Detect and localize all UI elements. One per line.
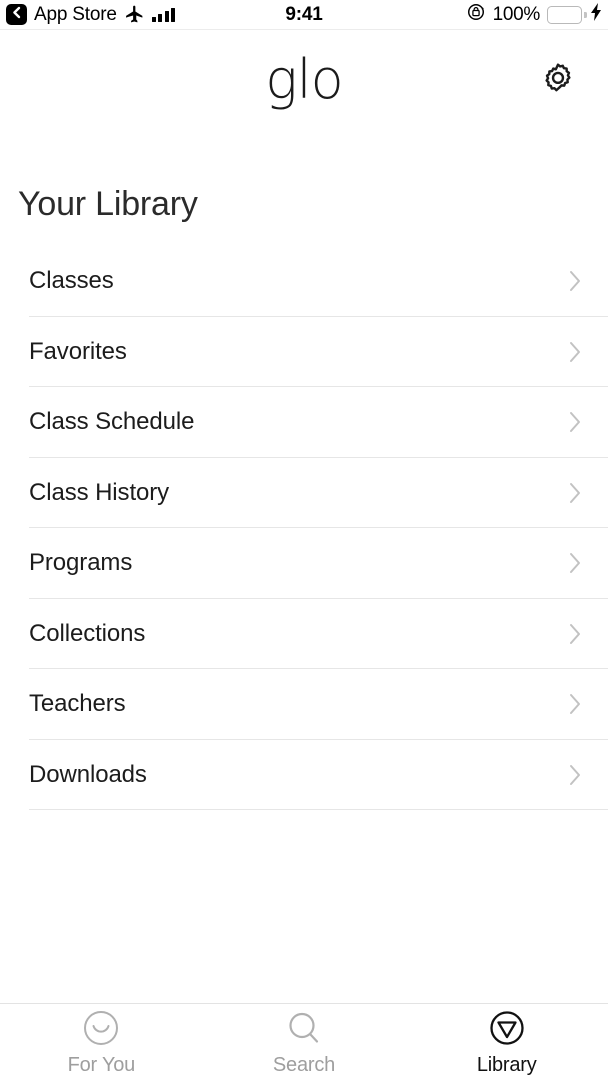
charging-bolt-icon [591, 3, 602, 26]
chevron-right-icon [564, 270, 586, 292]
list-item[interactable]: Class Schedule [0, 387, 608, 458]
list-item[interactable]: Classes [0, 246, 608, 317]
glo-logo: glo [265, 48, 343, 111]
battery-percent-label: 100% [492, 3, 541, 25]
list-item[interactable]: Programs [0, 528, 608, 599]
list-item[interactable]: Favorites [0, 317, 608, 387]
list-item[interactable]: Teachers [0, 669, 608, 740]
chevron-right-icon [564, 623, 586, 645]
list-item-label: Favorites [29, 337, 127, 365]
gear-icon [541, 61, 575, 100]
list-item-label: Collections [29, 619, 146, 647]
tab-library[interactable]: Library [405, 1004, 608, 1080]
status-bar-right: 100% [466, 2, 602, 27]
chevron-right-icon [564, 411, 586, 433]
chevron-right-icon [564, 341, 586, 363]
page-title: Your Library [18, 185, 198, 223]
app-header: glo [0, 30, 608, 140]
list-item-label: Class History [29, 478, 170, 506]
list-item-label: Class Schedule [29, 408, 195, 436]
magnifying-glass-icon [284, 1008, 324, 1048]
list-item[interactable]: Collections [0, 599, 608, 669]
list-item[interactable]: Class History [0, 458, 608, 528]
list-separator [29, 809, 608, 810]
bottom-tab-bar: For You Search Library [0, 1003, 608, 1080]
triangle-in-circle-icon [487, 1008, 527, 1048]
library-list: Classes Favorites Class Schedule Class H… [0, 246, 608, 810]
status-bar: App Store 9:41 100% [0, 0, 608, 30]
list-item[interactable]: Downloads [0, 740, 608, 810]
tab-search[interactable]: Search [203, 1004, 406, 1080]
list-item-label: Teachers [29, 690, 126, 718]
settings-button[interactable] [540, 62, 576, 98]
smiley-face-icon [81, 1008, 121, 1048]
app-screen: App Store 9:41 100% glo Your Library Cla… [0, 0, 608, 1080]
tab-label-for-you: For You [67, 1053, 136, 1076]
list-item-label: Downloads [29, 760, 147, 788]
tab-for-you[interactable]: For You [0, 1004, 203, 1080]
chevron-right-icon [564, 764, 586, 786]
chevron-right-icon [564, 482, 586, 504]
battery-full-icon [547, 5, 587, 24]
list-item-label: Programs [29, 549, 133, 577]
chevron-right-icon [564, 552, 586, 574]
tab-label-search: Search [272, 1053, 336, 1076]
list-item-label: Classes [29, 267, 114, 295]
chevron-right-icon [564, 693, 586, 715]
rotation-lock-icon [466, 2, 486, 27]
tab-label-library: Library [476, 1053, 537, 1076]
